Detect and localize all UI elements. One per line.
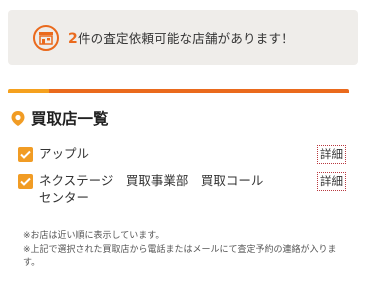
notes: ※お店は近い順に表示しています。 ※上記で選択された買取店から電話またはメールに…: [23, 230, 353, 271]
shop-checkbox[interactable]: [18, 147, 33, 162]
shop-name: ネクステージ 買取事業部 買取コールセンター: [39, 173, 264, 205]
banner-message: 2件の査定依頼可能な店舗があります！: [68, 28, 294, 47]
shop-name: アップル: [39, 146, 90, 161]
note-line: ※お店は近い順に表示しています。: [23, 231, 165, 241]
shop-item: ネクステージ 買取事業部 買取コールセンター 詳細: [18, 172, 346, 206]
shop-detail-link[interactable]: 詳細: [317, 145, 346, 164]
shop-checkbox[interactable]: [18, 174, 33, 189]
section-accent-bar: [8, 89, 349, 93]
shop-item: アップル 詳細: [18, 145, 346, 164]
note-line: ※上記で選択された買取店から電話またはメールにて査定予約の連絡が入ります。: [23, 244, 337, 269]
available-shops-banner: 2件の査定依頼可能な店舗があります！: [8, 10, 358, 65]
shop-icon: [33, 24, 59, 51]
section-title: 買取店一覧: [31, 110, 109, 128]
available-shop-count: 2: [68, 31, 78, 47]
location-pin-icon: [10, 110, 26, 127]
banner-text: 件の査定依頼可能な店舗があります！: [77, 31, 294, 46]
section-header: 買取店一覧: [10, 107, 109, 129]
shop-list: アップル 詳細 ネクステージ 買取事業部 買取コールセンター 詳細: [18, 145, 346, 206]
shop-detail-link[interactable]: 詳細: [317, 172, 346, 191]
check-icon: [20, 177, 31, 186]
check-icon: [20, 150, 31, 159]
